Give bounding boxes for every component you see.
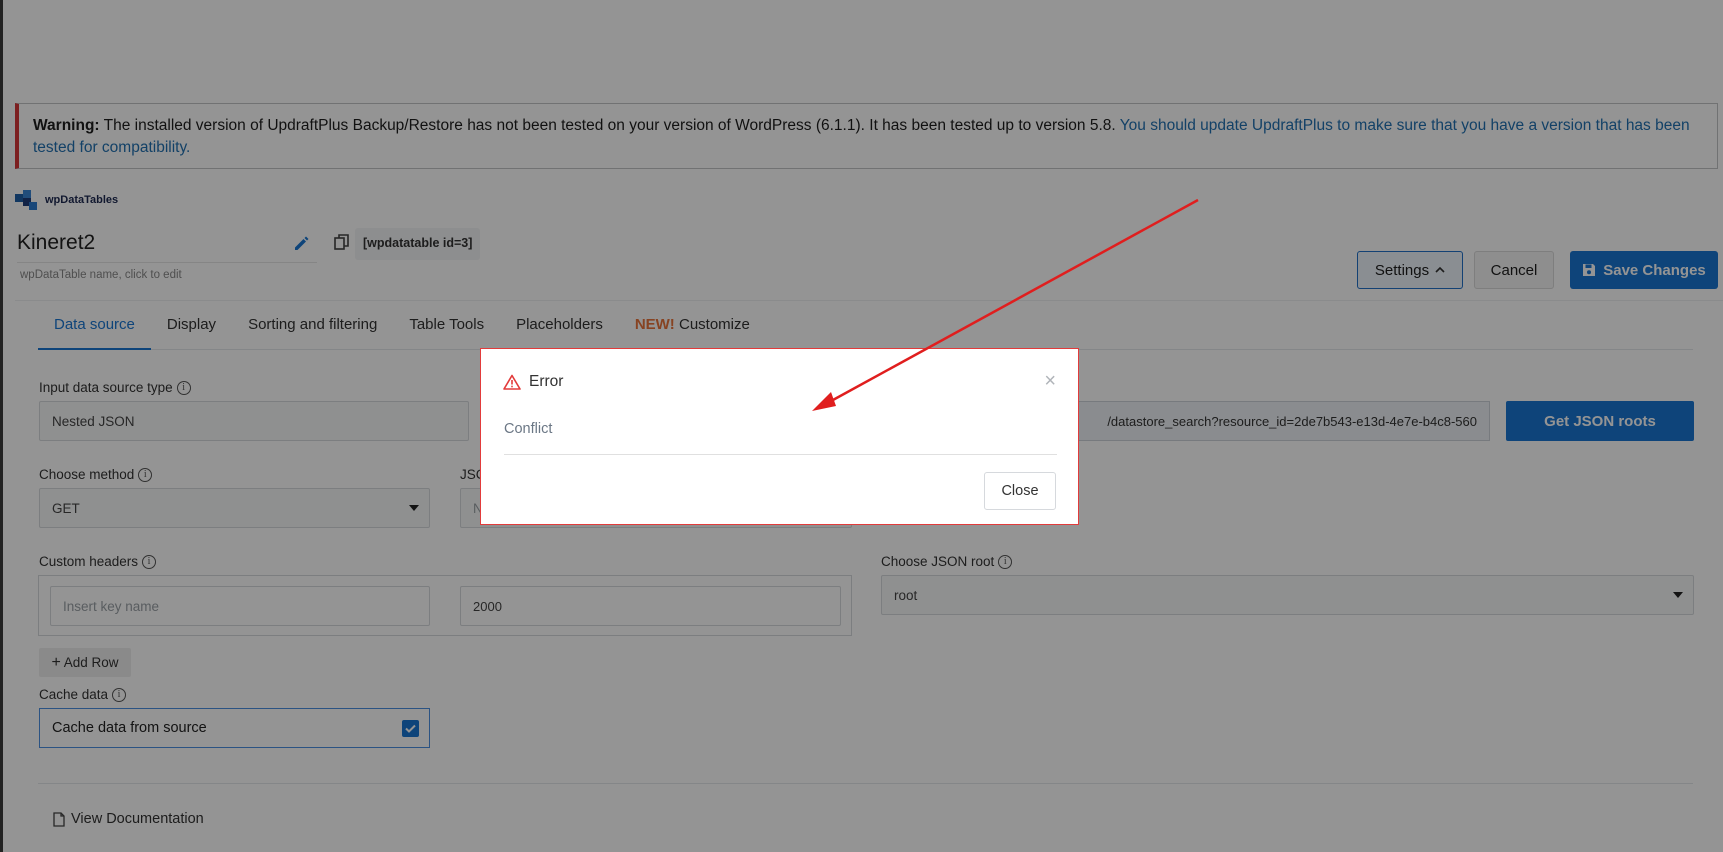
error-message: Conflict: [504, 421, 553, 437]
modal-title-text: Error: [529, 373, 564, 390]
warning-triangle-icon: [503, 374, 521, 390]
close-button[interactable]: Close: [984, 472, 1056, 510]
close-icon[interactable]: ×: [1044, 371, 1056, 391]
error-modal: Error × Conflict Close: [480, 348, 1079, 525]
modal-divider: [504, 454, 1057, 455]
modal-title: Error: [503, 373, 563, 391]
